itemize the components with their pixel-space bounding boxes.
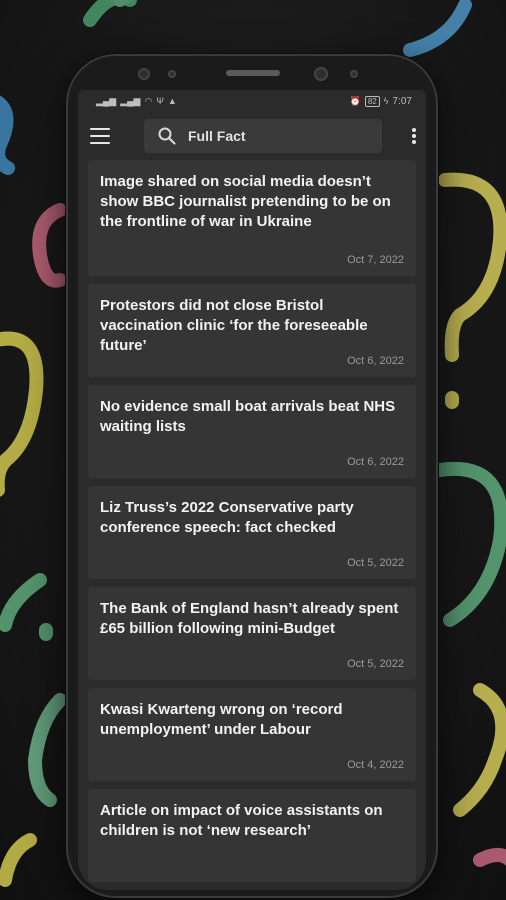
article-date: Oct 6, 2022 <box>347 355 404 367</box>
status-system: ⏰ 82 ϟ 7:07 <box>349 95 412 107</box>
search-icon <box>158 127 176 145</box>
article-title: Article on impact of voice assistants on… <box>100 802 383 839</box>
signal-icon: ▂▄▆ <box>96 95 117 106</box>
sensor-icon <box>350 70 358 78</box>
article-list: Image shared on social media doesn’t sho… <box>78 160 426 882</box>
article-date: Oct 4, 2022 <box>347 759 404 771</box>
status-time: 7:07 <box>392 95 412 107</box>
hamburger-menu-icon[interactable] <box>90 128 110 144</box>
search-input[interactable] <box>186 127 360 145</box>
article-title: Protestors did not close Bristol vaccina… <box>100 297 368 354</box>
alarm-icon: ⏰ <box>349 95 361 106</box>
article-date: Oct 5, 2022 <box>347 557 404 569</box>
status-notifications: ▂▄▆ ▂▄▆ ◠ Ψ ▲ <box>96 96 177 107</box>
article-title: Liz Truss’s 2022 Conservative party conf… <box>100 499 354 536</box>
article-title: The Bank of England hasn’t already spent… <box>100 600 399 637</box>
article-card[interactable]: Liz Truss’s 2022 Conservative party conf… <box>88 486 416 579</box>
overflow-menu-icon[interactable] <box>412 128 416 144</box>
wifi-icon: ◠ <box>144 95 153 106</box>
article-card[interactable]: No evidence small boat arrivals beat NHS… <box>88 385 416 478</box>
article-card[interactable]: The Bank of England hasn’t already spent… <box>88 587 416 680</box>
app-toolbar <box>78 112 426 160</box>
article-card[interactable]: Protestors did not close Bristol vaccina… <box>88 284 416 377</box>
article-date: Oct 5, 2022 <box>347 658 404 670</box>
article-card[interactable]: Kwasi Kwarteng wrong on ‘record unemploy… <box>88 688 416 781</box>
notification-bell-icon: ▲ <box>167 96 177 106</box>
article-card[interactable]: Article on impact of voice assistants on… <box>88 789 416 882</box>
battery-icon: 82 <box>364 95 380 107</box>
proximity-sensor-icon <box>168 70 176 78</box>
earpiece-speaker <box>226 70 280 76</box>
iris-scanner-icon <box>314 67 328 81</box>
article-title: No evidence small boat arrivals beat NHS… <box>100 398 396 435</box>
article-title: Image shared on social media doesn’t sho… <box>100 173 391 230</box>
phone-frame: ▂▄▆ ▂▄▆ ◠ Ψ ▲ ⏰ 82 ϟ 7:07 Full Fact Imag… <box>68 56 436 896</box>
article-title: Kwasi Kwarteng wrong on ‘record unemploy… <box>100 701 343 738</box>
app-screen: ▂▄▆ ▂▄▆ ◠ Ψ ▲ ⏰ 82 ϟ 7:07 Full Fact Imag… <box>78 90 426 890</box>
article-date: Oct 6, 2022 <box>347 456 404 468</box>
usb-icon: Ψ <box>156 96 164 106</box>
search-bar[interactable] <box>144 119 382 153</box>
article-card[interactable]: Image shared on social media doesn’t sho… <box>88 160 416 276</box>
charging-icon: ϟ <box>383 96 389 106</box>
signal-icon: ▂▄▆ <box>120 95 141 106</box>
status-bar: ▂▄▆ ▂▄▆ ◠ Ψ ▲ ⏰ 82 ϟ 7:07 <box>78 90 426 112</box>
phone-top-bezel <box>68 56 436 90</box>
front-camera-icon <box>138 68 150 80</box>
article-date: Oct 7, 2022 <box>347 254 404 266</box>
